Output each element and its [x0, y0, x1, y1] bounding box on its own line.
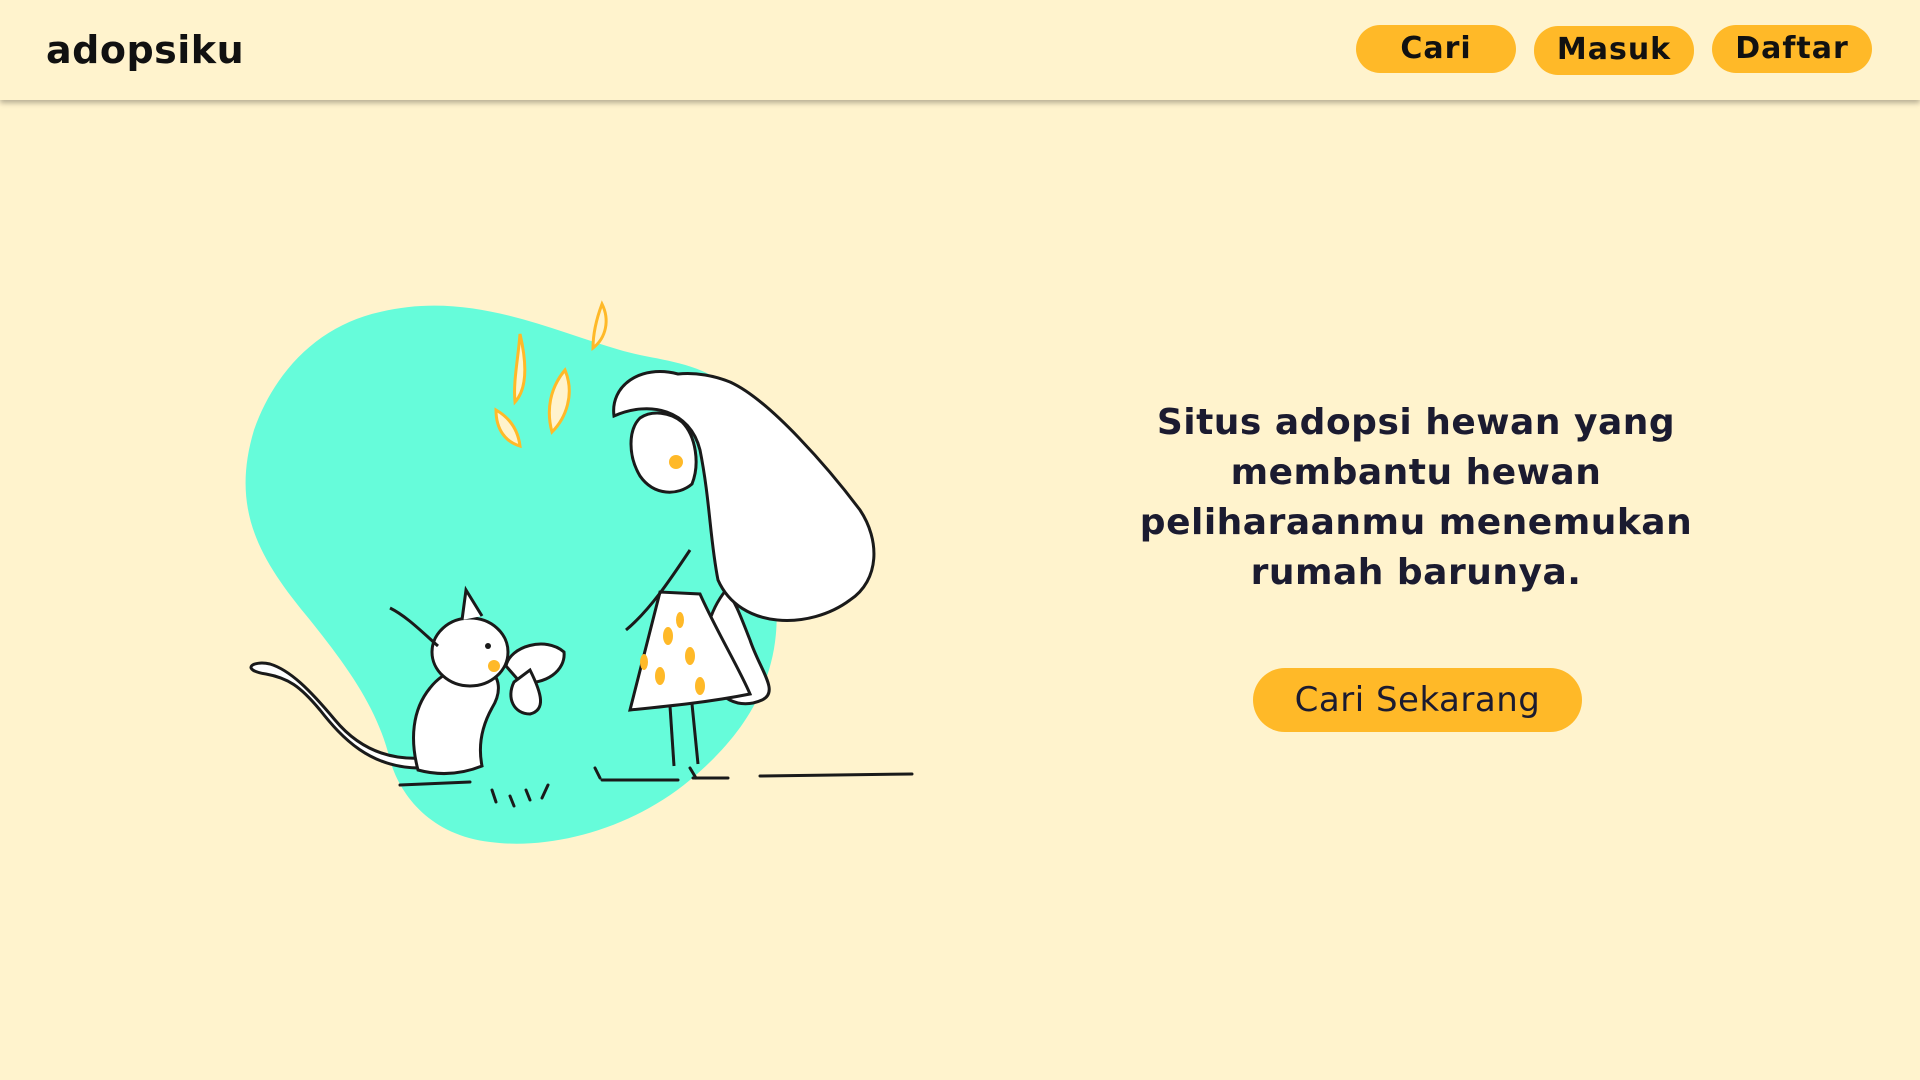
girl-and-squirrel-illustration — [245, 300, 914, 844]
squirrel-head — [430, 616, 510, 688]
search-now-button[interactable]: Cari Sekarang — [1253, 668, 1582, 732]
hero-headline: Situs adopsi hewan yang membantu hewan p… — [1139, 402, 1693, 593]
search-button[interactable]: Cari — [1356, 25, 1516, 73]
login-button[interactable]: Masuk — [1534, 26, 1694, 75]
top-navbar: adopsiku Cari Masuk Daftar — [0, 0, 1920, 100]
squirrel-eye — [485, 643, 491, 649]
squirrel-cheek — [488, 660, 500, 672]
site-logo[interactable]: adopsiku — [46, 0, 244, 100]
girl-cheek — [669, 455, 683, 469]
register-button[interactable]: Daftar — [1712, 25, 1872, 73]
